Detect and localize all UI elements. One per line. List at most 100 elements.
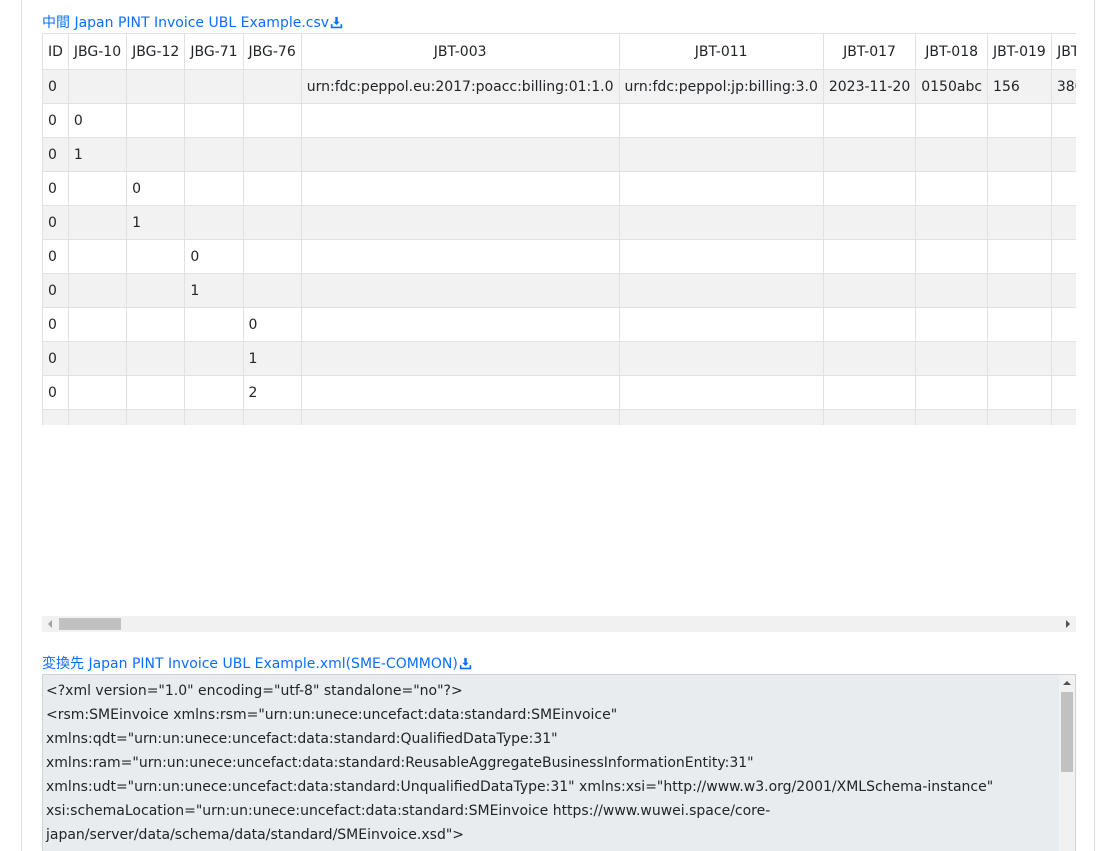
table-cell	[42, 409, 69, 425]
table-cell	[987, 307, 1052, 342]
table-row: 02	[42, 375, 1076, 410]
column-header: JBG-10	[67, 33, 128, 70]
scroll-left-icon[interactable]	[42, 616, 58, 632]
horizontal-scrollbar[interactable]	[42, 616, 1076, 632]
table-cell	[300, 273, 620, 308]
csv-link-label: 中間 Japan PINT Invoice UBL Example.csv	[42, 15, 330, 31]
table-cell	[1050, 103, 1076, 138]
table-cell	[915, 341, 989, 376]
table-cell	[987, 103, 1052, 138]
table-cell	[822, 307, 917, 342]
table-cell	[618, 341, 824, 376]
table-cell	[242, 171, 302, 206]
table-cell	[1050, 375, 1076, 410]
table-cell	[618, 239, 824, 274]
table-cell: 0150abc	[915, 69, 989, 104]
table-cell	[1050, 409, 1076, 425]
scroll-right-icon[interactable]	[1060, 616, 1076, 632]
scroll-up-icon[interactable]	[1059, 675, 1075, 691]
column-header: JBT-017	[822, 33, 917, 70]
table-row	[42, 409, 1076, 425]
table-cell	[67, 375, 128, 410]
table-cell	[242, 103, 302, 138]
table-row: 0 urn:fdc:peppol.eu:2017:poacc:billing:01…	[42, 69, 1076, 104]
table-cell	[300, 137, 620, 172]
table-cell	[126, 409, 186, 425]
table-cell	[126, 273, 186, 308]
xml-link-label: 変換先 Japan PINT Invoice UBL Example.xml(S…	[42, 656, 458, 672]
table-cell	[618, 103, 824, 138]
table-row: 00	[42, 103, 1076, 138]
table-row: 01	[42, 273, 1076, 308]
table-cell: 0	[42, 205, 69, 240]
table-cell	[618, 375, 824, 410]
table-cell	[300, 205, 620, 240]
table-cell	[300, 375, 620, 410]
table-cell	[1050, 137, 1076, 172]
csv-table-viewport: ID JBG-10 JBG-12 JBG-71 JBG-76 JBT-003 JBT-011…	[42, 33, 1076, 425]
horizontal-scroll-thumb[interactable]	[59, 618, 121, 630]
table-row: 01	[42, 341, 1076, 376]
table-cell	[822, 171, 917, 206]
vertical-scroll-thumb[interactable]	[1061, 692, 1073, 772]
table-cell: 0	[67, 103, 128, 138]
table-row: 00	[42, 239, 1076, 274]
table-cell	[184, 171, 244, 206]
download-icon	[330, 16, 343, 28]
table-cell: 0	[42, 103, 69, 138]
column-header: JBT-011	[618, 33, 824, 70]
table-cell	[1050, 239, 1076, 274]
table-row: 00	[42, 307, 1076, 342]
table-cell	[987, 205, 1052, 240]
csv-download-link[interactable]: 中間 Japan PINT Invoice UBL Example.csv	[42, 12, 343, 32]
table-cell	[822, 273, 917, 308]
table-cell	[618, 409, 824, 425]
table-cell	[915, 409, 989, 425]
table-cell	[1050, 273, 1076, 308]
table-cell: urn:fdc:peppol.eu:2017:poacc:billing:01:…	[300, 69, 620, 104]
table-cell: 1	[184, 273, 244, 308]
column-header: JBG-76	[242, 33, 302, 70]
table-cell	[67, 205, 128, 240]
table-cell	[915, 273, 989, 308]
table-cell	[987, 375, 1052, 410]
table-cell	[1050, 205, 1076, 240]
table-row: 01	[42, 137, 1076, 172]
table-cell	[67, 409, 128, 425]
table-cell	[618, 137, 824, 172]
xml-content: <?xml version="1.0" encoding="utf-8" sta…	[46, 683, 994, 843]
column-header: JBT-003	[300, 33, 620, 70]
table-cell: 0	[42, 69, 69, 104]
table-cell: 0	[242, 307, 302, 342]
table-cell	[126, 341, 186, 376]
table-cell	[67, 341, 128, 376]
table-cell	[126, 307, 186, 342]
column-header: JBT-019	[987, 33, 1052, 70]
table-cell: 1	[126, 205, 186, 240]
table-cell	[242, 239, 302, 274]
table-cell	[987, 341, 1052, 376]
table-header-row: ID JBG-10 JBG-12 JBG-71 JBG-76 JBT-003 JBT-011…	[42, 33, 1076, 70]
table-cell: 0	[42, 273, 69, 308]
xml-output-textarea[interactable]: <?xml version="1.0" encoding="utf-8" sta…	[42, 674, 1076, 851]
table-cell: 2023-11-20	[822, 69, 917, 104]
table-cell: 156	[987, 69, 1052, 104]
table-cell	[126, 375, 186, 410]
column-header: JBT-018	[915, 33, 989, 70]
table-cell	[184, 375, 244, 410]
table-cell	[822, 239, 917, 274]
table-cell	[987, 239, 1052, 274]
table-cell	[915, 137, 989, 172]
table-cell: 0	[42, 239, 69, 274]
table-cell	[618, 205, 824, 240]
xml-download-link[interactable]: 変換先 Japan PINT Invoice UBL Example.xml(S…	[42, 653, 472, 673]
table-cell	[915, 239, 989, 274]
table-cell	[618, 273, 824, 308]
vertical-scrollbar[interactable]	[1059, 675, 1075, 851]
table-cell	[822, 205, 917, 240]
table-cell	[126, 103, 186, 138]
table-cell	[822, 375, 917, 410]
download-icon	[459, 657, 472, 669]
table-cell	[987, 137, 1052, 172]
table-cell	[67, 239, 128, 274]
